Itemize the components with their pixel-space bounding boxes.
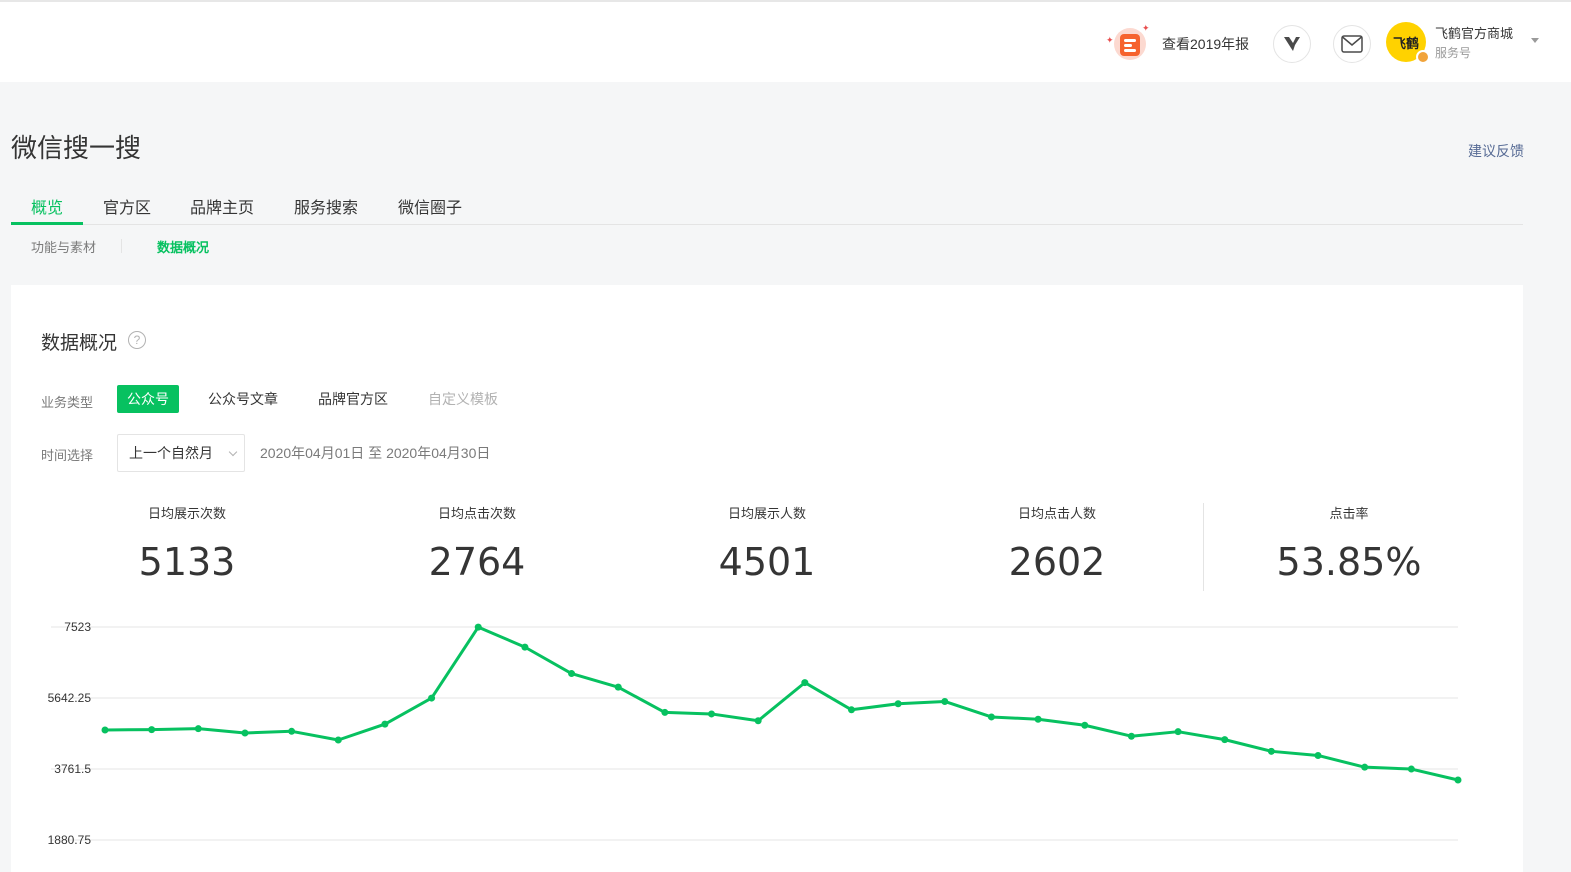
y-tick-label: 3761.5 xyxy=(54,762,91,776)
active-tab-indicator xyxy=(11,222,83,225)
data-point[interactable] xyxy=(334,736,342,744)
tab-overview[interactable]: 概览 xyxy=(31,194,63,218)
business-type-brand-zone[interactable]: 品牌官方区 xyxy=(308,385,398,413)
data-point[interactable] xyxy=(194,725,202,733)
stat-value: 2764 xyxy=(428,540,526,584)
y-tick-label: 7523 xyxy=(64,620,91,634)
business-type-article[interactable]: 公众号文章 xyxy=(198,385,288,413)
data-point[interactable] xyxy=(1267,747,1275,755)
data-point[interactable] xyxy=(987,713,995,721)
data-point[interactable] xyxy=(1081,721,1089,729)
y-tick-label: 5642.25 xyxy=(48,691,92,705)
tab-brand-home[interactable]: 品牌主页 xyxy=(190,194,254,218)
stat-label: 日均点击次数 xyxy=(437,506,516,521)
account-switcher[interactable]: 飞鹤 飞鹤官方商城 服务号 xyxy=(1386,22,1514,64)
tab-wechat-circle[interactable]: 微信圈子 xyxy=(398,194,462,218)
data-point[interactable] xyxy=(1361,763,1369,771)
data-point[interactable] xyxy=(614,683,622,691)
subtab-divider xyxy=(121,239,122,253)
subtab-data-overview[interactable]: 数据概况 xyxy=(157,237,209,256)
data-point[interactable] xyxy=(661,708,669,716)
data-point[interactable] xyxy=(1454,776,1462,784)
data-point[interactable] xyxy=(1034,715,1042,723)
stat-click-rate: 点击率 53.85% xyxy=(1259,503,1439,584)
data-point[interactable] xyxy=(894,700,902,708)
data-point[interactable] xyxy=(1314,751,1322,759)
page-title: 微信搜一搜 xyxy=(11,133,142,163)
stat-daily-impression-users: 日均展示人数 4501 xyxy=(677,503,857,584)
date-range-text: 2020年04月01日 至 2020年04月30日 xyxy=(260,445,491,461)
message-button[interactable] xyxy=(1333,25,1371,63)
help-icon[interactable]: ? xyxy=(128,331,146,349)
mail-icon xyxy=(1341,35,1363,53)
feedback-link[interactable]: 建议反馈 xyxy=(1468,141,1524,161)
data-point[interactable] xyxy=(708,710,716,718)
annual-report-icon: ✦ ✦ xyxy=(1106,22,1150,66)
top-bar: ✦ ✦ 查看2019年报 飞鹤 飞鹤官方商城 服务号 xyxy=(0,0,1571,82)
main-tabs: 概览 官方区 品牌主页 服务搜索 微信圈子 xyxy=(11,186,1523,225)
stat-daily-clicks: 日均点击次数 2764 xyxy=(387,503,567,584)
series-line xyxy=(104,625,1459,782)
data-point[interactable] xyxy=(568,670,576,678)
daily-trend-chart: 7523 5642.25 3761.5 1880.75 xyxy=(48,620,1462,847)
annual-report-link[interactable]: ✦ ✦ 查看2019年报 xyxy=(1106,22,1249,66)
data-point[interactable] xyxy=(241,729,249,737)
chevron-down-icon[interactable] xyxy=(1531,38,1539,43)
time-range-select[interactable]: 上一个自然月 xyxy=(117,434,245,472)
data-overview-card: 数据概况 ? 业务类型 公众号 公众号文章 品牌官方区 自定义模板 时间选择 上… xyxy=(11,285,1523,872)
verified-icon xyxy=(1416,50,1430,64)
stat-value: 53.85% xyxy=(1276,540,1422,584)
data-point[interactable] xyxy=(1127,732,1135,740)
time-select-label: 时间选择 xyxy=(41,448,94,463)
data-point[interactable] xyxy=(148,726,156,734)
stat-label: 点击率 xyxy=(1329,506,1369,521)
data-point[interactable] xyxy=(381,720,389,728)
stat-divider xyxy=(1203,503,1204,591)
data-point[interactable] xyxy=(521,643,529,651)
data-point[interactable] xyxy=(754,717,762,725)
avatar: 飞鹤 xyxy=(1386,22,1430,64)
y-logo-icon xyxy=(1284,37,1300,51)
subtab-features[interactable]: 功能与素材 xyxy=(31,237,96,256)
stat-value: 4501 xyxy=(718,540,816,584)
data-point[interactable] xyxy=(1407,765,1415,773)
data-point[interactable] xyxy=(101,726,109,734)
card-title: 数据概况 xyxy=(41,333,118,354)
time-range-value: 上一个自然月 xyxy=(129,445,213,461)
data-point[interactable] xyxy=(847,706,855,714)
y-tick-label: 1880.75 xyxy=(48,833,92,847)
data-point[interactable] xyxy=(288,727,296,735)
business-type-custom-template: 自定义模板 xyxy=(428,391,498,407)
stat-value: 5133 xyxy=(138,540,236,584)
data-point[interactable] xyxy=(1174,728,1182,736)
tab-service-search[interactable]: 服务搜索 xyxy=(294,194,358,218)
data-point[interactable] xyxy=(941,697,949,705)
data-point[interactable] xyxy=(428,694,436,702)
stat-daily-click-users: 日均点击人数 2602 xyxy=(967,503,1147,584)
stat-label: 日均展示次数 xyxy=(147,506,226,521)
stat-label: 日均点击人数 xyxy=(1017,506,1096,521)
business-type-label: 业务类型 xyxy=(41,395,94,410)
avatar-logo-text: 飞鹤 xyxy=(1392,36,1419,52)
data-point[interactable] xyxy=(1221,736,1229,744)
stat-value: 2602 xyxy=(1008,540,1106,584)
stat-daily-impressions: 日均展示次数 5133 xyxy=(97,503,277,584)
stat-label: 日均展示人数 xyxy=(727,506,806,521)
tab-official-zone[interactable]: 官方区 xyxy=(103,194,151,218)
account-type: 服务号 xyxy=(1435,46,1472,60)
data-point[interactable] xyxy=(474,623,482,631)
account-name: 飞鹤官方商城 xyxy=(1435,26,1514,41)
annual-report-label: 查看2019年报 xyxy=(1162,36,1250,52)
business-type-official-account[interactable]: 公众号 xyxy=(117,385,179,413)
chevron-down-icon xyxy=(228,447,238,457)
data-point[interactable] xyxy=(801,679,809,687)
y-app-button[interactable] xyxy=(1273,25,1311,63)
